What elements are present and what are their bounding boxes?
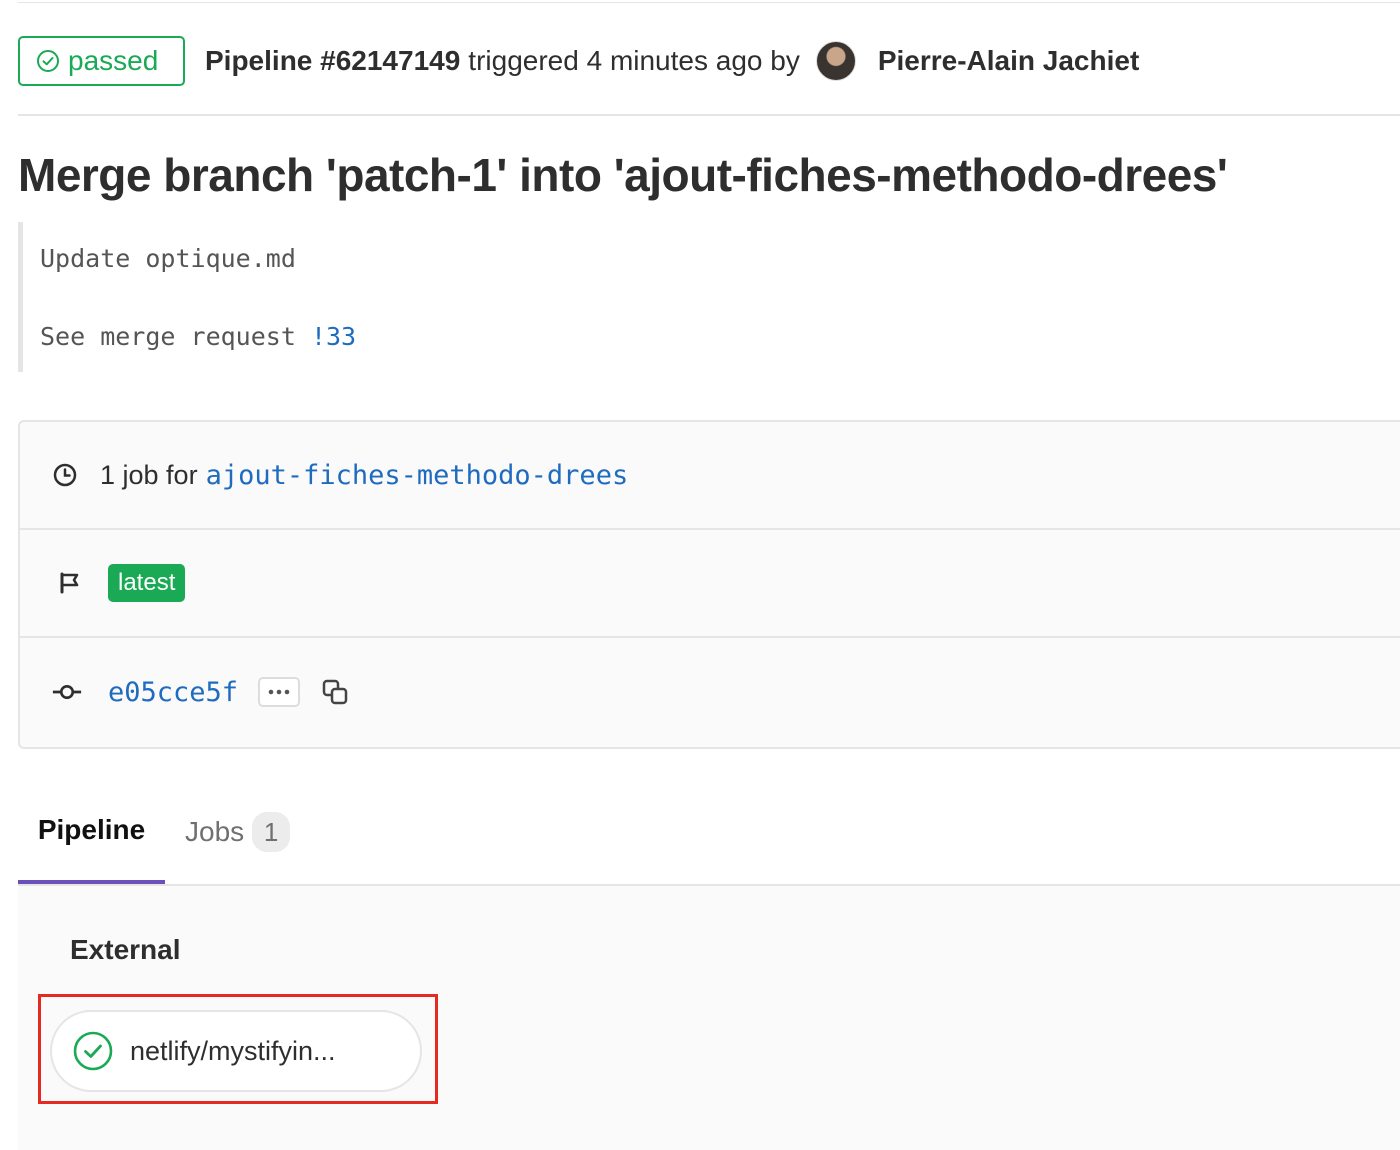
pipeline-header: passed Pipeline #62147149 triggered 4 mi… bbox=[18, 36, 1400, 86]
tab-jobs-label: Jobs bbox=[185, 816, 245, 847]
check-circle-icon bbox=[37, 50, 59, 72]
jobs-summary: 1 job for ajout-fiches-methodo-drees bbox=[100, 460, 628, 491]
tags-row: latest bbox=[20, 530, 1400, 638]
jobs-text: 1 job for bbox=[100, 459, 198, 490]
external-job[interactable]: netlify/mystifyin... bbox=[50, 1010, 422, 1092]
jobs-row: 1 job for ajout-fiches-methodo-drees bbox=[20, 422, 1400, 530]
commit-sha-link[interactable]: e05cce5f bbox=[108, 677, 238, 708]
job-name: netlify/mystifyin... bbox=[130, 1035, 336, 1066]
clock-icon bbox=[53, 463, 77, 487]
description-line: Update optique.md bbox=[40, 244, 296, 273]
tags-list: latest bbox=[108, 564, 186, 602]
commit-icon bbox=[52, 684, 82, 700]
author-name[interactable]: Pierre-Alain Jachiet bbox=[878, 45, 1139, 77]
status-label: passed bbox=[68, 45, 159, 76]
tab-pipeline[interactable]: Pipeline bbox=[18, 780, 165, 884]
commit-description: Update optique.md See merge request !33 bbox=[18, 222, 1018, 372]
jobs-count-badge: 1 bbox=[252, 812, 291, 852]
branch-link[interactable]: ajout-fiches-methodo-drees bbox=[206, 460, 629, 491]
mr-prefix: See merge request bbox=[40, 322, 296, 351]
commit-row: e05cce5f bbox=[20, 638, 1400, 746]
status-badge[interactable]: passed bbox=[18, 36, 185, 86]
top-divider bbox=[18, 2, 1400, 3]
commit-title: Merge branch 'patch-1' into 'ajout-fiche… bbox=[18, 149, 1228, 201]
pipeline-graph: External netlify/mystifyin... bbox=[18, 886, 1400, 1150]
description-mr-line: See merge request !33 bbox=[40, 322, 356, 351]
tab-jobs[interactable]: Jobs 1 bbox=[185, 780, 291, 884]
avatar[interactable] bbox=[815, 41, 856, 81]
ellipsis-icon bbox=[268, 689, 290, 695]
header-divider bbox=[18, 114, 1400, 116]
latest-badge: latest bbox=[108, 564, 186, 602]
copy-sha-button[interactable] bbox=[320, 677, 350, 707]
tab-pipeline-label: Pipeline bbox=[37, 814, 146, 845]
toggle-description-button[interactable] bbox=[258, 677, 301, 707]
pipeline-id: Pipeline #62147149 bbox=[205, 45, 461, 76]
merge-request-link[interactable]: !33 bbox=[311, 322, 356, 351]
pipeline-info: Pipeline #62147149 triggered 4 minutes a… bbox=[205, 45, 800, 77]
triggered-text: triggered 4 minutes ago by bbox=[468, 45, 800, 76]
stage-title: External bbox=[70, 934, 181, 965]
success-status-icon bbox=[73, 1031, 113, 1071]
flag-icon bbox=[60, 572, 79, 594]
pipeline-tabs: Pipeline Jobs 1 bbox=[18, 780, 1400, 886]
pipeline-info-box: 1 job for ajout-fiches-methodo-drees lat… bbox=[18, 420, 1400, 749]
commit-sha-group: e05cce5f bbox=[108, 677, 350, 708]
copy-icon bbox=[322, 679, 348, 705]
